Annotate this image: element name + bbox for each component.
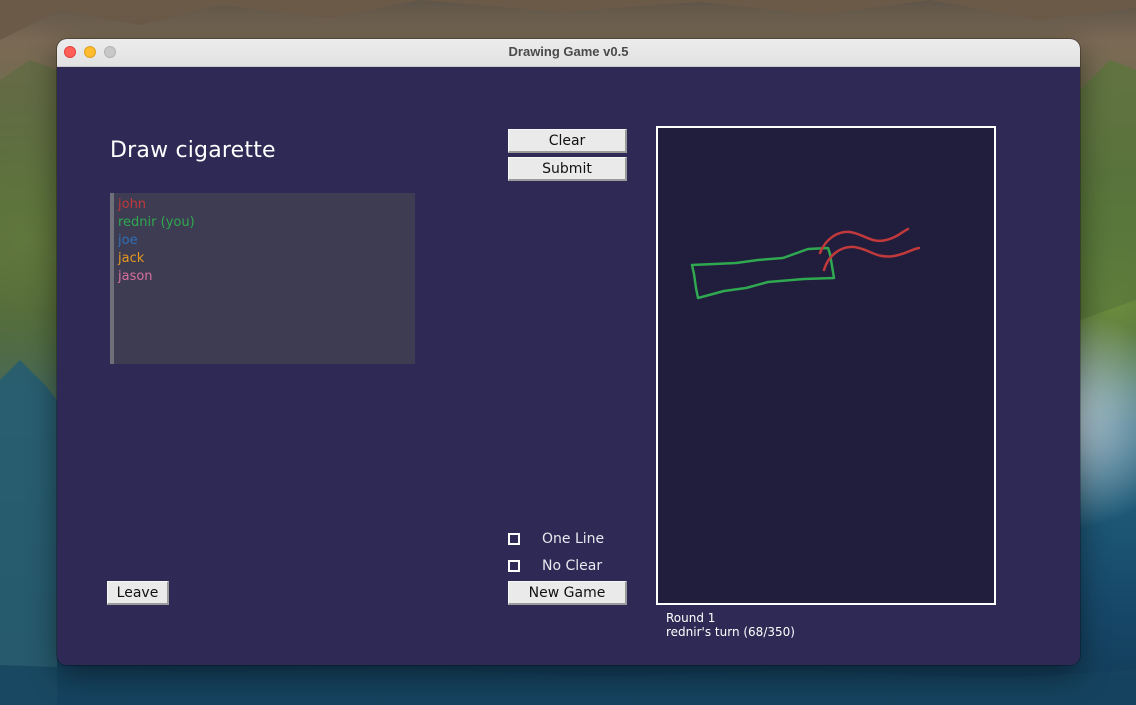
window-title: Drawing Game v0.5 [508, 44, 629, 59]
turn-label: rednir's turn (68/350) [666, 625, 795, 639]
red-stroke-bottom [822, 245, 921, 272]
no-clear-option[interactable]: No Clear [508, 556, 602, 576]
no-clear-label: No Clear [542, 558, 603, 574]
new-game-button[interactable]: New Game [508, 581, 627, 605]
title-bar: Drawing Game v0.5 [57, 39, 1080, 67]
no-clear-checkbox[interactable] [508, 560, 520, 572]
one-line-checkbox[interactable] [508, 533, 520, 545]
clear-button[interactable]: Clear [508, 129, 627, 153]
player-item: joe [118, 233, 138, 248]
leave-button[interactable]: Leave [107, 581, 169, 605]
one-line-label: One Line [542, 531, 605, 547]
canvas-strokes [690, 227, 921, 300]
player-list[interactable]: john rednir (you) joe jack jason [110, 193, 415, 364]
player-item: rednir (you) [118, 215, 195, 230]
game-panel: Draw cigarette john rednir (you) joe jac… [57, 67, 1080, 665]
player-item: john [118, 197, 147, 212]
app-window: Drawing Game v0.5 Draw cigarette john re… [57, 39, 1080, 665]
one-line-option[interactable]: One Line [508, 529, 604, 549]
green-stroke [690, 246, 836, 300]
drawing-canvas[interactable] [656, 126, 996, 605]
player-item: jason [118, 269, 153, 284]
player-item: jack [118, 251, 145, 266]
submit-button[interactable]: Submit [508, 157, 627, 181]
drawing-prompt: Draw cigarette [110, 138, 276, 163]
round-label: Round 1 [666, 611, 716, 625]
